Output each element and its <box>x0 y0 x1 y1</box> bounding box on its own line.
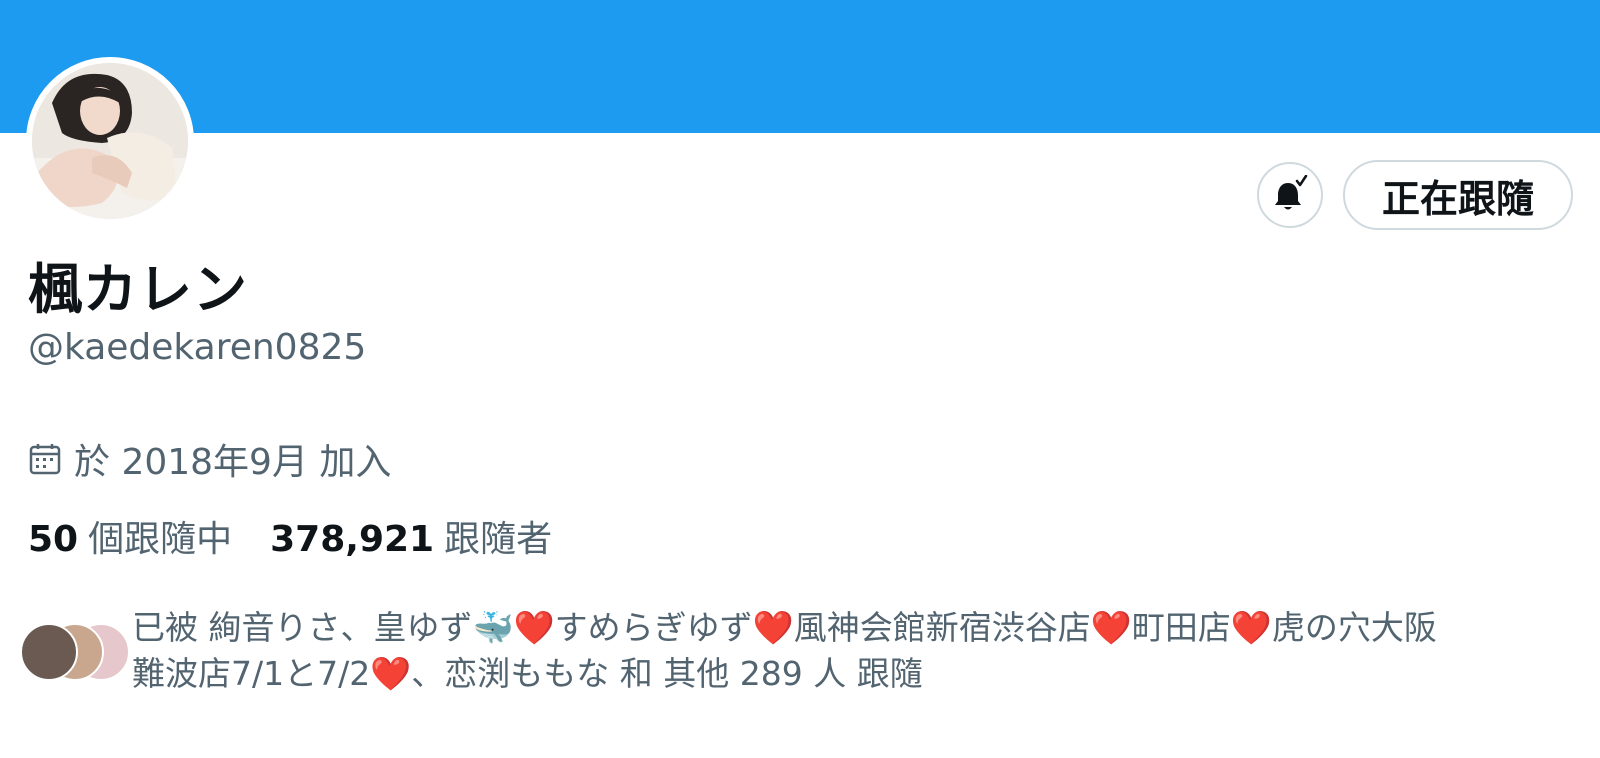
join-date: 於 2018年9月 加入 <box>28 433 391 485</box>
mutual-avatar <box>20 623 78 681</box>
profile-actions: 正在跟隨 <box>1257 160 1573 230</box>
following-label[interactable]: 個跟隨中 <box>88 510 232 562</box>
user-handle: @kaedekaren0825 <box>28 327 367 368</box>
display-name: 楓カレン <box>28 258 248 321</box>
followers-count[interactable]: 378,921 <box>270 519 434 560</box>
profile-banner[interactable] <box>0 0 1600 133</box>
followed-by-line-1: 已被 絢音りさ、皇ゆず🐳❤️すめらぎゆず❤️風神会館新宿渋谷店❤️町田店❤️虎の… <box>132 608 1437 647</box>
bell-check-icon <box>1275 175 1308 210</box>
followers-you-know[interactable]: 已被 絢音りさ、皇ゆず🐳❤️すめらぎゆず❤️風神会館新宿渋谷店❤️町田店❤️虎の… <box>20 605 1572 697</box>
notification-bell-button[interactable] <box>1257 162 1323 228</box>
follow-stats: 50 個跟隨中 378,921 跟隨者 <box>28 510 552 562</box>
mutual-avatars <box>20 623 130 683</box>
profile-avatar[interactable] <box>26 57 194 225</box>
following-button[interactable]: 正在跟隨 <box>1343 160 1573 230</box>
profile-page: 正在跟隨 楓カレン @kaedekaren0825 於 2018年9月 加入 5… <box>0 0 1600 758</box>
calendar-icon <box>28 442 62 476</box>
followers-label[interactable]: 跟隨者 <box>444 510 552 562</box>
followed-by-text: 已被 絢音りさ、皇ゆず🐳❤️すめらぎゆず❤️風神会館新宿渋谷店❤️町田店❤️虎の… <box>132 605 1572 697</box>
join-date-text: 於 2018年9月 加入 <box>74 442 392 483</box>
avatar-photo <box>32 63 188 219</box>
following-count[interactable]: 50 <box>28 519 78 560</box>
followed-by-line-2: 難波店7/1と7/2❤️、恋渕ももな 和 其他 289 人 跟隨 <box>132 654 923 693</box>
